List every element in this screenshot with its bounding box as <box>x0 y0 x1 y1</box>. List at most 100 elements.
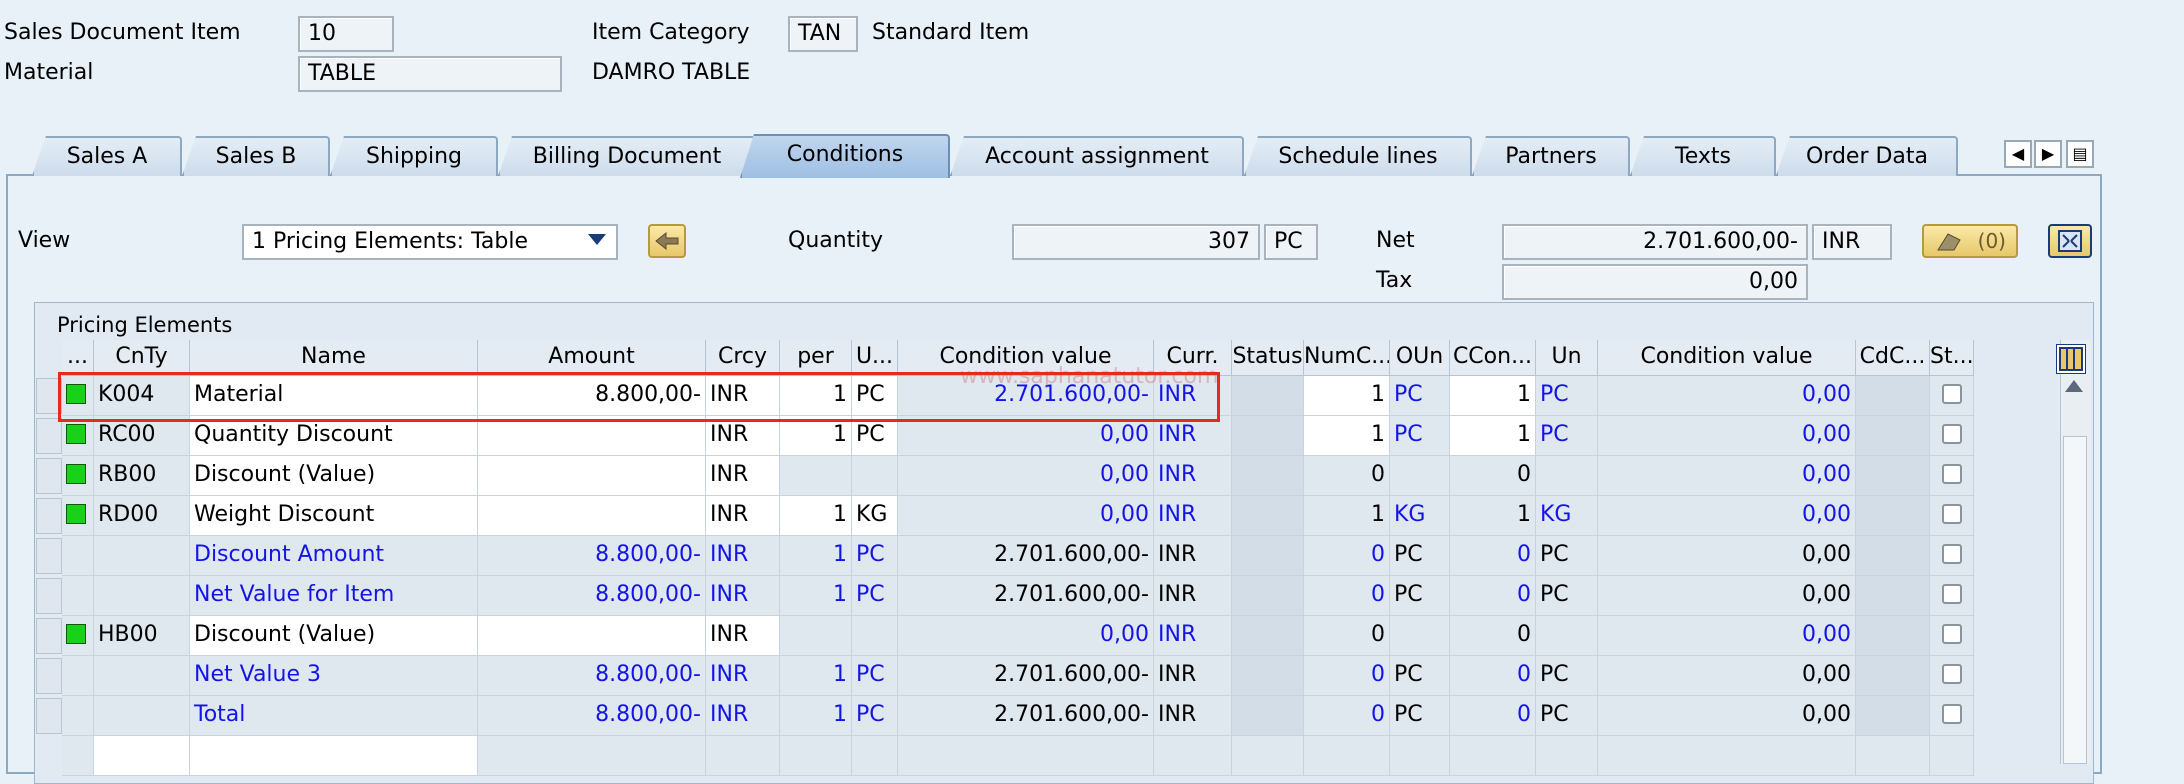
cell-st[interactable] <box>1930 576 1974 616</box>
cell-amount[interactable] <box>478 456 706 496</box>
col-curr-header[interactable]: Curr. <box>1154 340 1232 376</box>
material-field[interactable]: TABLE <box>298 56 562 92</box>
cell-crcy[interactable]: INR <box>706 536 780 576</box>
cell-cnty[interactable] <box>94 536 190 576</box>
empty-cell[interactable] <box>1856 736 1930 776</box>
tab-texts[interactable]: Texts <box>1630 136 1776 176</box>
cell-st[interactable] <box>1930 616 1974 656</box>
cell-cval[interactable]: 0,00 <box>898 416 1154 456</box>
empty-cell[interactable] <box>94 736 190 776</box>
cell-name[interactable]: Material <box>190 376 478 416</box>
cell-crcy[interactable]: INR <box>706 416 780 456</box>
tab-sales-a[interactable]: Sales A <box>32 136 182 176</box>
row-selector[interactable] <box>36 418 62 454</box>
fullscreen-button[interactable] <box>2048 224 2092 258</box>
row-selector[interactable] <box>36 458 62 494</box>
cell-oun[interactable]: KG <box>1390 496 1450 536</box>
col-cdc-header[interactable]: CdC... <box>1856 340 1930 376</box>
cell-amount[interactable]: 8.800,00- <box>478 656 706 696</box>
cell-ccon[interactable]: 0 <box>1450 616 1536 656</box>
empty-cell[interactable] <box>1304 736 1390 776</box>
cell-curr[interactable]: INR <box>1154 616 1232 656</box>
cell-curr[interactable]: INR <box>1154 656 1232 696</box>
cell-u[interactable]: KG <box>852 496 898 536</box>
tab-conditions[interactable]: Conditions <box>740 134 950 178</box>
cell-cval[interactable]: 0,00 <box>898 616 1154 656</box>
cell-oun[interactable]: PC <box>1390 416 1450 456</box>
cell-un[interactable]: PC <box>1536 536 1598 576</box>
row-selector[interactable] <box>36 498 62 534</box>
cell-u[interactable]: PC <box>852 536 898 576</box>
cell-ccon[interactable]: 1 <box>1450 376 1536 416</box>
cell-name[interactable]: Net Value for Item <box>190 576 478 616</box>
empty-cell[interactable] <box>898 736 1154 776</box>
col-cnty-header[interactable]: CnTy <box>94 340 190 376</box>
col-name-header[interactable]: Name <box>190 340 478 376</box>
tab-list-icon[interactable]: ▤ <box>2066 140 2094 168</box>
cell-per[interactable]: 1 <box>780 376 852 416</box>
row-selector[interactable] <box>36 578 62 614</box>
row-checkbox[interactable] <box>1941 464 1962 484</box>
cell-cval[interactable]: 0,00 <box>898 456 1154 496</box>
empty-cell[interactable] <box>706 736 780 776</box>
empty-cell[interactable] <box>852 736 898 776</box>
cell-crcy[interactable]: INR <box>706 376 780 416</box>
cell-u[interactable] <box>852 616 898 656</box>
cell-st[interactable] <box>1930 696 1974 736</box>
cell-per[interactable]: 1 <box>780 656 852 696</box>
sales-doc-item-field[interactable]: 10 <box>298 16 394 52</box>
cell-per[interactable]: 1 <box>780 576 852 616</box>
cell-name[interactable]: Net Value 3 <box>190 656 478 696</box>
empty-cell[interactable] <box>1536 736 1598 776</box>
tax-value-field[interactable]: 0,00 <box>1502 264 1808 300</box>
col-per-header[interactable]: per <box>780 340 852 376</box>
cell-cval2[interactable]: 0,00 <box>1598 616 1856 656</box>
cell-un[interactable]: KG <box>1536 496 1598 536</box>
cell-ccon[interactable]: 0 <box>1450 696 1536 736</box>
empty-cell[interactable] <box>1598 736 1856 776</box>
cell-per[interactable]: 1 <box>780 416 852 456</box>
net-currency-field[interactable]: INR <box>1812 224 1892 260</box>
cell-cnty[interactable] <box>94 696 190 736</box>
cell-curr[interactable]: INR <box>1154 376 1232 416</box>
cell-u[interactable] <box>852 456 898 496</box>
empty-cell[interactable] <box>1390 736 1450 776</box>
row-selector[interactable] <box>36 538 62 574</box>
cell-ccon[interactable]: 1 <box>1450 416 1536 456</box>
scrollbar-thumb[interactable] <box>2063 436 2087 764</box>
tab-sales-b[interactable]: Sales B <box>182 136 330 176</box>
cell-u[interactable]: PC <box>852 696 898 736</box>
cell-ccon[interactable]: 1 <box>1450 496 1536 536</box>
cell-oun[interactable] <box>1390 616 1450 656</box>
cell-name[interactable]: Discount (Value) <box>190 456 478 496</box>
row-checkbox[interactable] <box>1941 584 1962 604</box>
cell-cval2[interactable]: 0,00 <box>1598 656 1856 696</box>
cell-per[interactable]: 1 <box>780 536 852 576</box>
cell-cval[interactable]: 2.701.600,00- <box>898 696 1154 736</box>
cell-curr[interactable]: INR <box>1154 576 1232 616</box>
cell-oun[interactable]: PC <box>1390 576 1450 616</box>
cell-cval[interactable]: 2.701.600,00- <box>898 656 1154 696</box>
cell-crcy[interactable]: INR <box>706 616 780 656</box>
cell-u[interactable]: PC <box>852 576 898 616</box>
cell-per[interactable]: 1 <box>780 496 852 536</box>
cell-u[interactable]: PC <box>852 416 898 456</box>
cell-oun[interactable] <box>1390 456 1450 496</box>
cell-cnty[interactable]: K004 <box>94 376 190 416</box>
tab-account-assignment[interactable]: Account assignment <box>950 136 1244 176</box>
empty-cell[interactable] <box>478 736 706 776</box>
cell-amount[interactable] <box>478 496 706 536</box>
cell-amount[interactable]: 8.800,00- <box>478 376 706 416</box>
quantity-field[interactable]: 307 <box>1012 224 1260 260</box>
cell-name[interactable]: Quantity Discount <box>190 416 478 456</box>
col-numc-header[interactable]: NumC... <box>1304 340 1390 376</box>
row-selector[interactable] <box>36 378 62 414</box>
row-selector[interactable] <box>36 698 62 734</box>
cell-ccon[interactable]: 0 <box>1450 536 1536 576</box>
condition-analysis-button[interactable]: (0) <box>1922 224 2018 258</box>
cell-st[interactable] <box>1930 536 1974 576</box>
cell-name[interactable]: Discount Amount <box>190 536 478 576</box>
cell-un[interactable] <box>1536 616 1598 656</box>
cell-crcy[interactable]: INR <box>706 496 780 536</box>
cell-un[interactable]: PC <box>1536 416 1598 456</box>
